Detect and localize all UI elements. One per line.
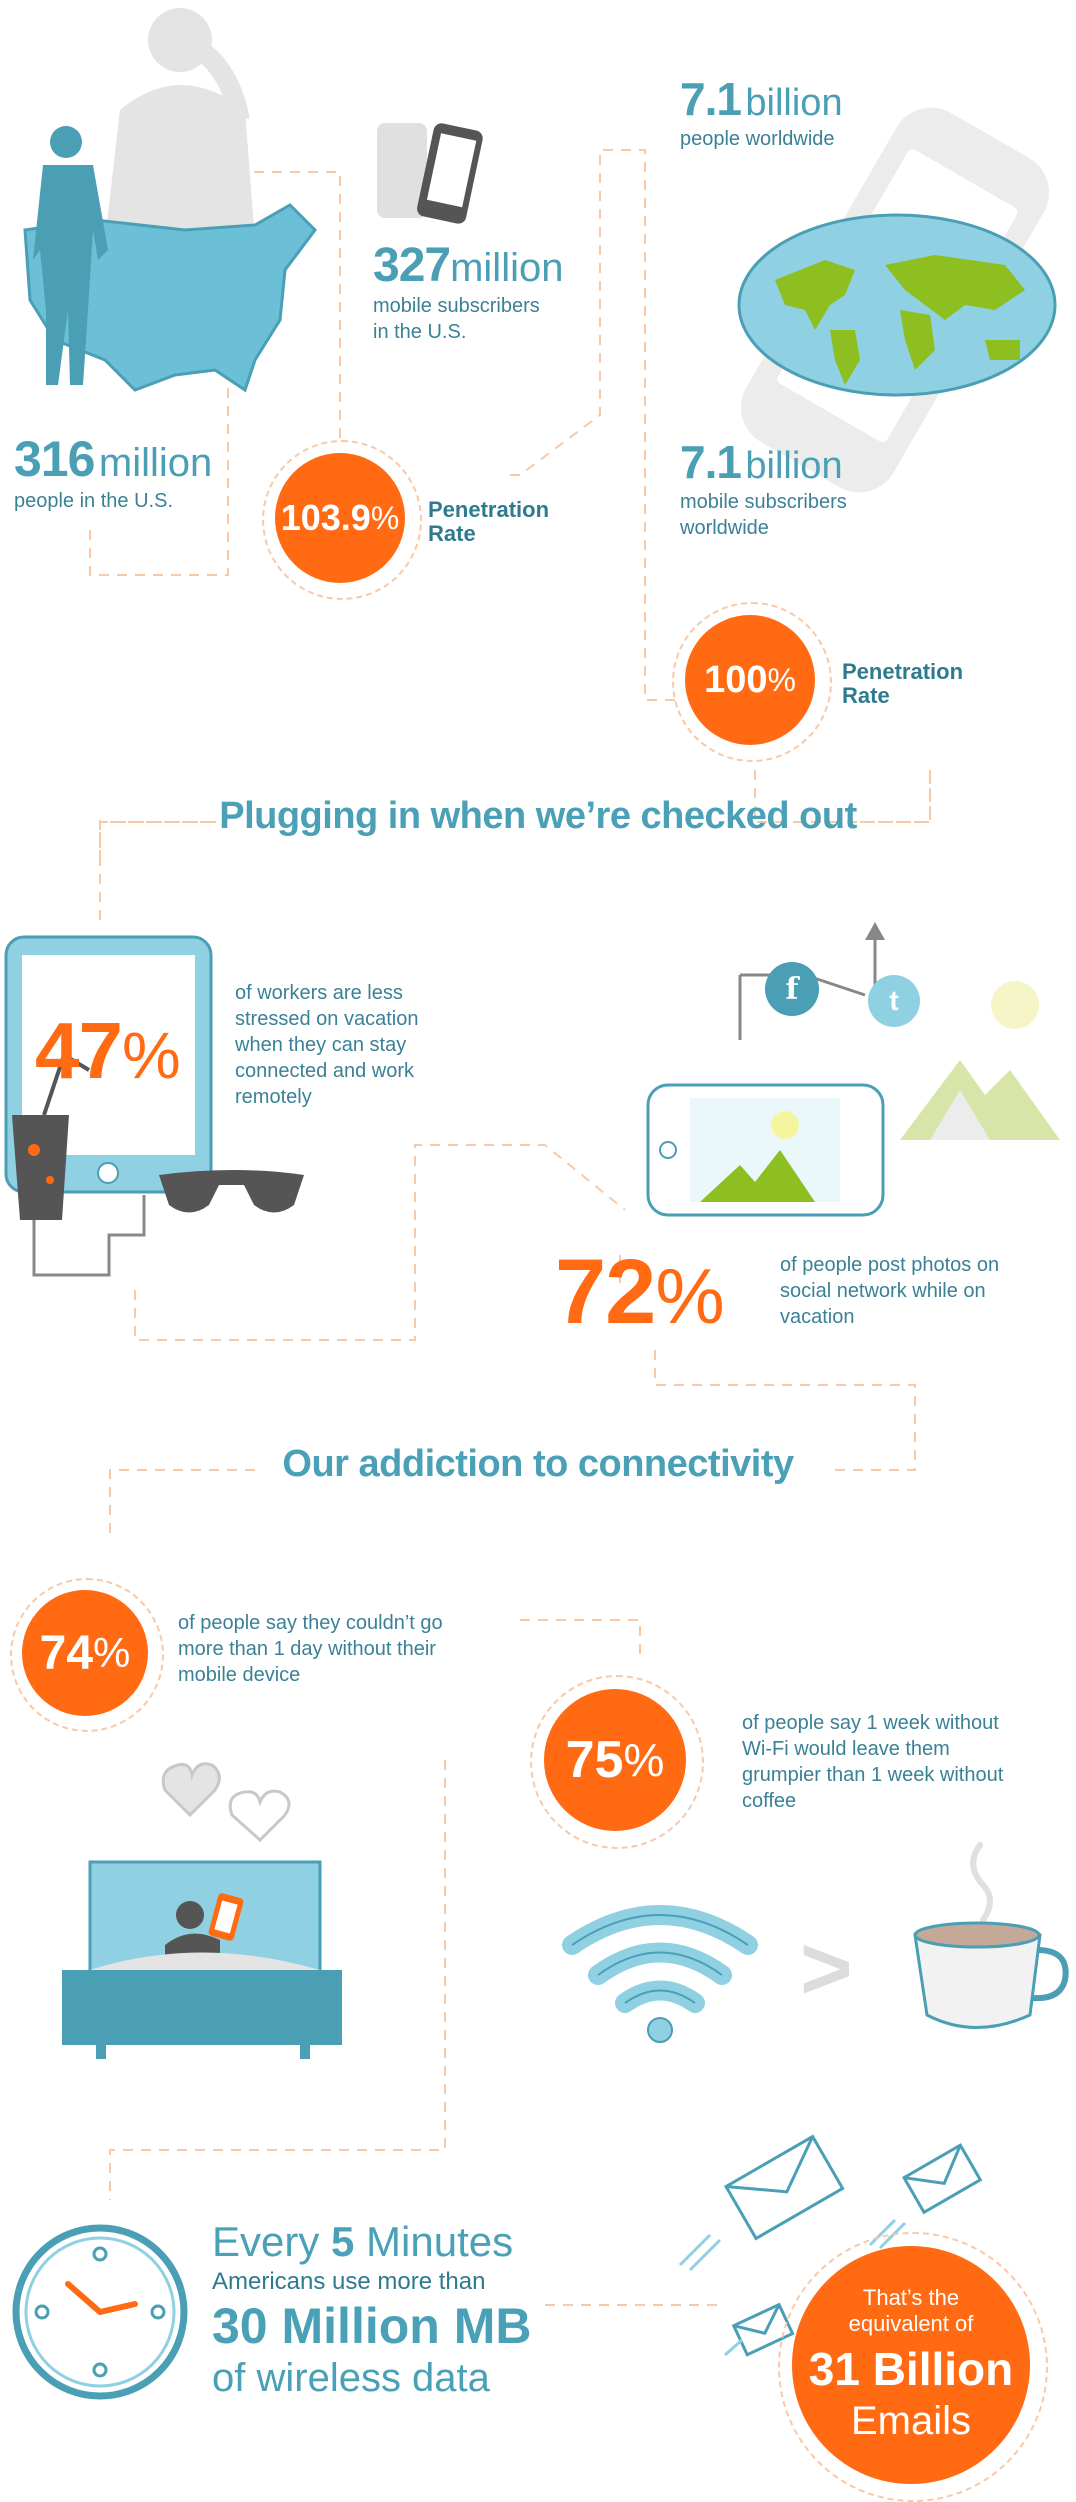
world-penetration-label-2: Rate: [842, 683, 890, 708]
social-phone-illustration: [640, 920, 1060, 1225]
stat-47-desc-1: of workers are less: [235, 982, 403, 1004]
us-penetration-value: 103.9: [280, 497, 371, 538]
world-penetration-value: 100: [704, 658, 768, 701]
every-number: 5: [331, 2218, 355, 2265]
stat-72-desc-2: social network while on: [780, 1280, 986, 1302]
us-penetration-label-1: Penetration: [428, 497, 550, 522]
stat-47-desc-2: stressed on vacation: [235, 1008, 419, 1030]
greater-than-sign: >: [800, 1919, 853, 2019]
equiv-line1: That’s the: [862, 2285, 960, 2310]
us-penetration-percent: %: [370, 499, 400, 536]
data-usage-amount: 30 Million MB: [212, 2298, 532, 2354]
us-population-stat: 316 million people in the U.S.: [14, 430, 212, 514]
facebook-icon: f: [765, 962, 819, 1016]
world-population-number: 7.1: [680, 73, 742, 125]
data-usage-text: Every 5 Minutes Americans use more than …: [212, 2218, 531, 2401]
world-population-stat: 7.1 billion people worldwide: [680, 72, 843, 152]
stat-72-desc: of people post photos on social network …: [780, 1252, 999, 1330]
stat-75-desc-3: grumpier than 1 week without: [742, 1764, 1004, 1786]
stat-72-desc-1: of people post photos on: [780, 1254, 1000, 1276]
stat-47-value: 47: [35, 1006, 123, 1095]
stat-74-desc-1: of people say they couldn’t go: [178, 1612, 443, 1634]
us-subscribers-stat: 327million mobile subscribers in the U.S…: [373, 238, 563, 345]
every-prefix: Every: [212, 2218, 332, 2265]
us-subscribers-label-1: mobile subscribers: [373, 295, 540, 317]
clock-icon: [10, 2222, 190, 2407]
world-penetration-percent: %: [767, 661, 796, 698]
every-suffix: Minutes: [354, 2218, 514, 2265]
world-penetration-label: Penetration Rate: [842, 660, 963, 708]
world-subscribers-stat: 7.1 billion mobile subscribers worldwide: [680, 435, 847, 541]
us-person-icon: [18, 120, 128, 395]
stat-72-percent: %: [655, 1252, 725, 1340]
us-penetration-circle: 103.9%: [275, 453, 405, 583]
twitter-icon: t: [868, 975, 920, 1027]
stat-75-circle: 75%: [544, 1689, 686, 1831]
us-penetration-label-2: Rate: [428, 521, 476, 546]
stat-75-desc: of people say 1 week without Wi-Fi would…: [742, 1710, 1003, 1814]
stat-47-desc-4: connected and work: [235, 1060, 415, 1082]
bed-illustration: [60, 1860, 345, 2080]
twitter-glyph: t: [889, 985, 899, 1016]
world-map-icon: [735, 210, 1060, 405]
facebook-glyph: f: [785, 971, 799, 1007]
stat-72: 72%: [555, 1240, 725, 1345]
us-population-number: 316: [14, 431, 95, 487]
stat-47-desc: of workers are less stressed on vacation…: [235, 980, 418, 1110]
wifi-icon: [560, 1890, 760, 2055]
stat-47-desc-3: when they can stay: [235, 1034, 407, 1056]
world-population-unit: billion: [745, 82, 843, 124]
stat-75-value: 75: [565, 1731, 624, 1789]
hearts-icon: [160, 1750, 310, 1855]
world-penetration-label-1: Penetration: [842, 659, 964, 684]
stat-47-desc-5: remotely: [235, 1086, 312, 1108]
world-penetration-circle: 100%: [685, 615, 815, 745]
stat-74-desc-3: mobile device: [178, 1664, 301, 1686]
us-subscribers-unit: million: [450, 246, 564, 290]
emails-circle: That’s the equivalent of 31 Billion Emai…: [792, 2246, 1030, 2484]
world-subscribers-label-1: mobile subscribers: [680, 491, 847, 513]
stat-72-desc-3: vacation: [780, 1306, 855, 1328]
us-penetration-label: Penetration Rate: [428, 498, 549, 546]
stat-75-desc-4: coffee: [742, 1790, 797, 1812]
stat-47-percent: %: [121, 1018, 181, 1092]
world-subscribers-number: 7.1: [680, 436, 742, 488]
data-usage-line2: Americans use more than: [212, 2268, 486, 2295]
coffee-cup-icon: [905, 1840, 1075, 2045]
stat-75-percent: %: [623, 1734, 665, 1786]
emails-label: Emails: [850, 2399, 972, 2443]
data-usage-line4: of wireless data: [212, 2356, 490, 2400]
section2-title: Our addiction to connectivity: [282, 1443, 794, 1485]
us-population-unit: million: [98, 441, 213, 485]
stat-75-desc-2: Wi-Fi would leave them: [742, 1738, 950, 1760]
us-subscribers-number: 327: [373, 239, 451, 292]
world-subscribers-unit: billion: [745, 445, 843, 487]
equiv-line2: equivalent of: [848, 2311, 974, 2336]
phones-icon: [375, 118, 485, 233]
world-subscribers-label-2: worldwide: [680, 517, 769, 539]
stat-74-desc: of people say they couldn’t go more than…: [178, 1610, 443, 1688]
world-population-label: people worldwide: [680, 128, 835, 150]
emails-number: 31 Billion: [808, 2343, 1014, 2395]
stat-74-desc-2: more than 1 day without their: [178, 1638, 436, 1660]
stat-74-circle: 74%: [22, 1590, 148, 1716]
us-population-label: people in the U.S.: [14, 490, 173, 512]
section1-title: Plugging in when we’re checked out: [219, 795, 857, 837]
stat-72-value: 72: [555, 1241, 656, 1343]
stat-74-percent: %: [93, 1629, 131, 1676]
stat-75-desc-1: of people say 1 week without: [742, 1712, 999, 1734]
stat-74-value: 74: [39, 1626, 94, 1680]
stat-47: 47%: [35, 1005, 181, 1097]
us-subscribers-label-2: in the U.S.: [373, 321, 467, 343]
